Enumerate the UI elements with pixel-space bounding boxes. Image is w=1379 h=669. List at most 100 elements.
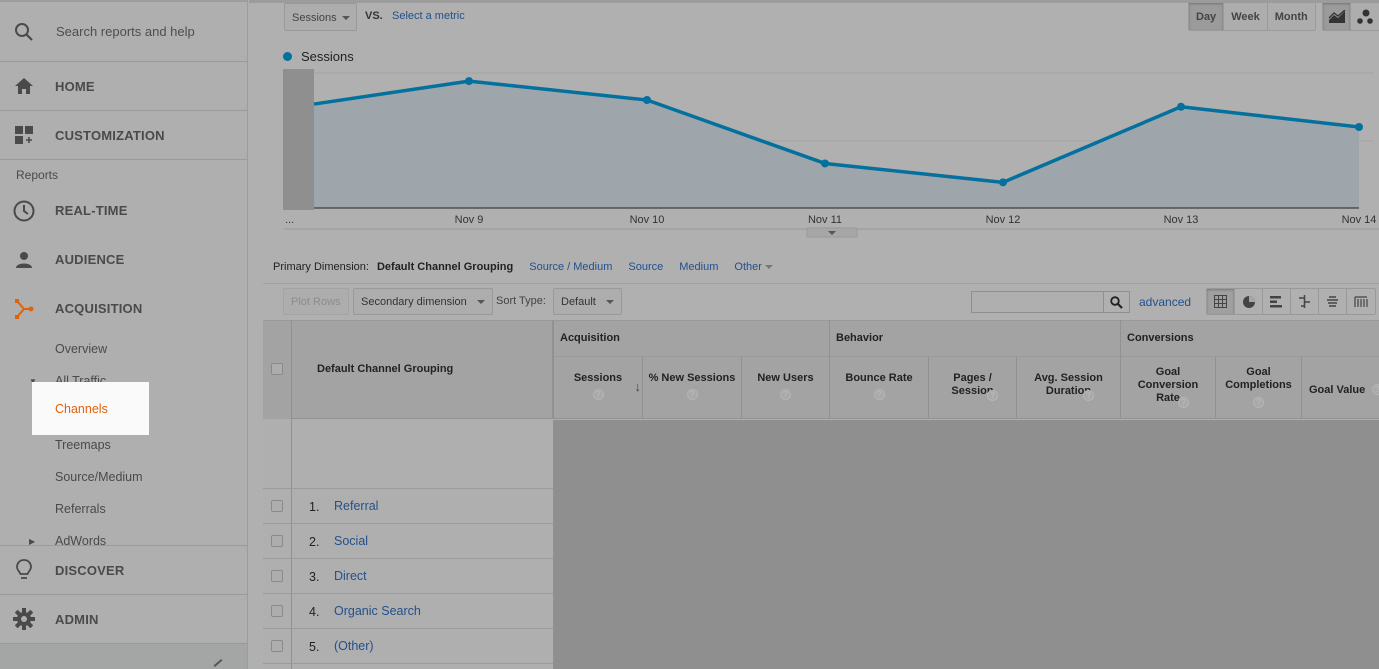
- search-reports[interactable]: Search reports and help: [0, 0, 247, 62]
- row-channel-link[interactable]: (Other): [334, 639, 374, 653]
- column-header-bounce-rate[interactable]: Bounce Rate ?: [829, 357, 928, 419]
- column-header-goal-conversion-rate[interactable]: Goal Conversion Rate ?: [1120, 357, 1215, 419]
- lightbulb-icon: [0, 559, 48, 581]
- view-percentage-button[interactable]: [1235, 289, 1263, 314]
- sidebar-item-label: ACQUISITION: [55, 301, 143, 316]
- sidebar-item-audience[interactable]: AUDIENCE: [0, 235, 247, 284]
- sidebar-item-home[interactable]: HOME: [0, 62, 247, 111]
- data-point[interactable]: [643, 96, 651, 104]
- row-checkbox[interactable]: [271, 640, 283, 652]
- sidebar-sub-label: Referrals: [55, 502, 106, 516]
- primary-dimension-label: Primary Dimension:: [273, 261, 369, 273]
- row-checkbox[interactable]: [271, 605, 283, 617]
- view-data-button[interactable]: [1207, 289, 1235, 314]
- pie-chart-icon: [1242, 295, 1255, 308]
- data-point[interactable]: [999, 178, 1007, 187]
- chart-scroll-shade: [283, 69, 314, 210]
- sidebar-sub-overview[interactable]: Overview: [0, 333, 247, 365]
- column-label: Sessions: [573, 372, 623, 384]
- column-header-goal-completions[interactable]: Goal Completions ?: [1215, 357, 1301, 419]
- sidebar-item-discover[interactable]: DISCOVER: [0, 545, 247, 594]
- sort-type-label: Sort Type:: [496, 295, 546, 307]
- clock-icon: [0, 200, 48, 222]
- view-term-cloud-button[interactable]: [1319, 289, 1347, 314]
- sort-type-select[interactable]: Default: [553, 288, 622, 315]
- row-channel-link[interactable]: Social: [334, 534, 368, 548]
- sidebar-item-label: DISCOVER: [55, 562, 125, 578]
- row-checkbox[interactable]: [271, 500, 283, 512]
- help-icon[interactable]: ?: [987, 390, 998, 401]
- column-header-new-users[interactable]: New Users ?: [741, 357, 829, 419]
- column-label: Goal Value: [1309, 384, 1366, 396]
- chevron-down-icon: [605, 299, 614, 304]
- x-tick-label: Nov 9: [455, 214, 484, 226]
- table-body-dimension: 1. Referral 2. Social 3. Direct 4. Organ…: [263, 419, 553, 669]
- row-checkbox[interactable]: [271, 570, 283, 582]
- primary-dimension-bar: Primary Dimension: Default Channel Group…: [273, 261, 789, 273]
- collapse-sidebar-icon[interactable]: [213, 659, 223, 667]
- data-point[interactable]: [465, 77, 473, 86]
- column-header-pages-session[interactable]: Pages / Session ?: [928, 357, 1016, 419]
- select-all-checkbox[interactable]: [271, 363, 283, 375]
- data-point[interactable]: [1355, 123, 1363, 131]
- help-icon[interactable]: ?: [592, 389, 604, 400]
- table-search-input[interactable]: [971, 291, 1104, 313]
- plot-rows-button[interactable]: Plot Rows: [283, 288, 349, 315]
- dimension-other-dropdown[interactable]: Other: [734, 261, 773, 273]
- table-row: 5. (Other): [263, 629, 553, 664]
- row-number: 3.: [309, 570, 320, 584]
- help-icon[interactable]: ?: [780, 389, 791, 400]
- data-point[interactable]: [821, 159, 829, 168]
- group-header-behavior: Behavior: [829, 320, 1120, 357]
- column-header-sessions[interactable]: Sessions ? ↓: [553, 357, 642, 419]
- view-performance-button[interactable]: [1263, 289, 1291, 314]
- view-pivot-button[interactable]: [1347, 289, 1375, 314]
- column-header-new-sessions[interactable]: % New Sessions ?: [642, 357, 741, 419]
- dimension-source-link[interactable]: Source: [628, 261, 663, 273]
- help-icon[interactable]: ?: [1083, 390, 1094, 401]
- search-icon: [1110, 295, 1123, 309]
- sidebar-sub-referrals[interactable]: Referrals: [0, 493, 247, 525]
- column-header-avg-session-duration[interactable]: Avg. Session Duration ?: [1016, 357, 1120, 419]
- advanced-filter-link[interactable]: advanced: [1139, 295, 1191, 309]
- table-search-button[interactable]: [1103, 291, 1130, 313]
- acquisition-icon: [0, 298, 48, 319]
- row-number: 4.: [309, 605, 320, 619]
- sidebar-sub-channels[interactable]: Channels: [32, 382, 149, 435]
- secondary-dimension-select[interactable]: Secondary dimension: [353, 288, 493, 315]
- help-icon[interactable]: ?: [1372, 384, 1379, 395]
- sidebar-item-real-time[interactable]: REAL-TIME: [0, 186, 247, 235]
- help-icon[interactable]: ?: [686, 389, 698, 400]
- row-number: 2.: [309, 535, 320, 549]
- select-all-cell: [263, 320, 292, 419]
- help-icon[interactable]: ?: [1253, 397, 1264, 408]
- row-channel-link[interactable]: Direct: [334, 569, 367, 583]
- dimension-source-medium-link[interactable]: Source / Medium: [529, 261, 612, 273]
- sidebar-item-label: ADMIN: [55, 611, 99, 627]
- sidebar-sub-source-medium[interactable]: Source/Medium: [0, 461, 247, 493]
- chevron-down-icon: [476, 299, 485, 304]
- help-icon[interactable]: ?: [873, 389, 885, 400]
- sidebar-item-acquisition[interactable]: ACQUISITION: [0, 284, 247, 333]
- view-comparison-button[interactable]: [1291, 289, 1319, 314]
- sort-type-value: Default: [561, 295, 596, 308]
- column-label: Avg. Session Duration: [1034, 372, 1103, 397]
- data-point[interactable]: [1177, 102, 1185, 111]
- column-header-goal-value[interactable]: Goal Value ?: [1301, 357, 1379, 419]
- summary-row: [263, 419, 553, 489]
- sidebar-sub-label: Treemaps: [55, 438, 111, 452]
- home-icon: [0, 77, 48, 95]
- reports-section-label: Reports: [16, 168, 59, 182]
- row-checkbox[interactable]: [271, 535, 283, 547]
- dimension-header[interactable]: Default Channel Grouping: [292, 320, 553, 419]
- pivot-icon: [1354, 295, 1368, 307]
- sidebar-item-customization[interactable]: CUSTOMIZATION: [0, 111, 247, 160]
- gear-icon: [0, 608, 48, 630]
- search-icon: [0, 22, 48, 42]
- row-channel-link[interactable]: Referral: [334, 499, 378, 513]
- table-body-metrics-overlay: [553, 420, 1379, 669]
- dimension-medium-link[interactable]: Medium: [679, 261, 718, 273]
- sidebar-item-admin[interactable]: ADMIN: [0, 594, 247, 643]
- help-icon[interactable]: ?: [1178, 397, 1189, 408]
- row-channel-link[interactable]: Organic Search: [334, 604, 421, 618]
